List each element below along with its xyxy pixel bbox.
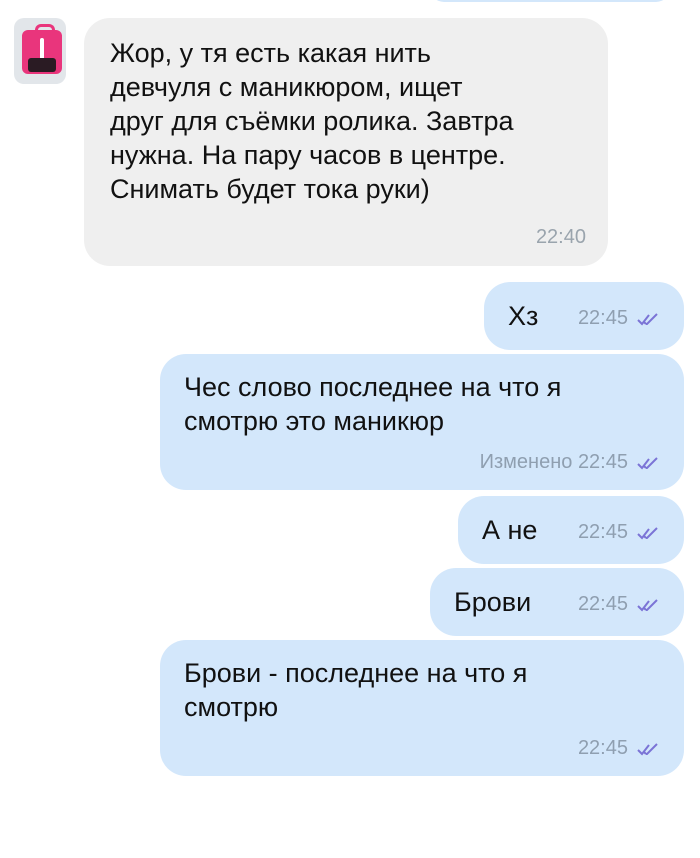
message-meta: 22:45	[578, 593, 662, 615]
chat-message-list[interactable]: Жор, у тя есть какая нить девчуля с мани…	[0, 0, 700, 858]
message-meta: 22:45	[578, 307, 662, 329]
message-text: Брови - последнее на что я смотрю	[184, 658, 528, 722]
outgoing-message-bubble[interactable]: Хз 22:45	[484, 282, 684, 350]
message-text: Чес слово последнее на что я смотрю это …	[184, 372, 562, 436]
message-text: Жор, у тя есть какая нить девчуля с мани…	[110, 38, 514, 204]
contact-avatar[interactable]	[14, 18, 66, 84]
double-check-icon	[637, 313, 658, 326]
outgoing-message-bubble[interactable]: Брови - последнее на что я смотрю 22:45	[160, 640, 684, 776]
double-check-icon	[637, 743, 658, 756]
bag-detail-shape	[28, 58, 56, 72]
double-check-icon	[637, 599, 658, 612]
message-text: Хз	[508, 301, 539, 331]
message-text: Брови	[454, 587, 532, 617]
edited-label: Изменено	[479, 451, 573, 473]
outgoing-message-bubble[interactable]: Чес слово последнее на что я смотрю это …	[160, 354, 684, 490]
message-time: 22:40	[535, 226, 586, 248]
message-time: 22:45	[577, 593, 628, 615]
message-meta: Изменено 22:45	[480, 451, 662, 473]
previous-message-bubble-edge	[430, 0, 670, 2]
double-check-icon	[637, 457, 658, 470]
double-check-icon	[637, 527, 658, 540]
message-time: 22:45	[577, 737, 628, 759]
message-time: 22:45	[577, 307, 628, 329]
message-time: 22:45	[577, 521, 628, 543]
message-text: А не	[482, 515, 538, 545]
message-time: 22:45	[577, 451, 628, 473]
outgoing-message-bubble[interactable]: А не 22:45	[458, 496, 684, 564]
message-meta: 22:45	[578, 737, 662, 759]
outgoing-message-bubble[interactable]: Брови 22:45	[430, 568, 684, 636]
message-meta: 22:45	[578, 521, 662, 543]
incoming-message-bubble[interactable]: Жор, у тя есть какая нить девчуля с мани…	[84, 18, 608, 266]
